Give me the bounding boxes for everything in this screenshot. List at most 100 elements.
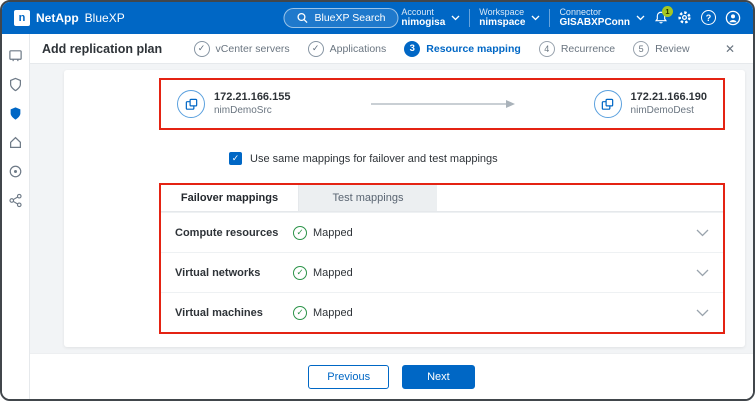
source-text: 172.21.166.155 nimDemoSrc (214, 91, 290, 117)
annotation-box-mappings: Failover mappings Test mappings Compute … (159, 183, 725, 334)
step-label: Applications (330, 43, 387, 55)
sidebar-item-canvas[interactable] (7, 46, 25, 64)
left-sidebar (2, 34, 30, 399)
row-label: Virtual networks (175, 267, 293, 279)
help-button[interactable]: ? (701, 10, 716, 25)
destination-vcenter: 172.21.166.190 nimDemoDest (594, 90, 707, 118)
connector-menu[interactable]: Connector GISABXPConn (559, 7, 645, 30)
top-right-controls: Account nimogisa Workspace nimspace Conn… (401, 7, 741, 30)
tab-failover-mappings[interactable]: Failover mappings (161, 185, 299, 211)
chevron-down-icon[interactable] (696, 269, 709, 277)
divider (549, 9, 550, 27)
chevron-down-icon[interactable] (696, 309, 709, 317)
row-status: ✓ Mapped (293, 226, 353, 240)
sidebar-item-protection[interactable] (7, 104, 25, 122)
home-icon (8, 135, 23, 150)
step-number: 4 (539, 41, 555, 57)
sidebar-item-governance[interactable] (7, 162, 25, 180)
connector-text: Connector GISABXPConn (559, 7, 630, 30)
brand-name: NetApp (36, 11, 79, 25)
accordion-virtual-machines[interactable]: Virtual machines ✓ Mapped (161, 292, 723, 332)
account-menu[interactable]: Account nimogisa (401, 7, 460, 30)
chevron-down-icon (636, 15, 645, 21)
chevron-down-icon (531, 15, 540, 21)
main-content: 172.21.166.155 nimDemoSrc (30, 64, 753, 399)
step-vcenter-servers[interactable]: ✓ vCenter servers (194, 41, 290, 57)
status-text: Mapped (313, 307, 353, 319)
wizard-header: Add replication plan ✓ vCenter servers ✓… (30, 34, 753, 64)
mapped-check-icon: ✓ (293, 226, 307, 240)
checkbox-label: Use same mappings for failover and test … (250, 153, 498, 165)
step-number: 5 (633, 41, 649, 57)
top-header: n NetApp BlueXP BlueXP Search Account ni… (2, 2, 753, 34)
card-area: 172.21.166.155 nimDemoSrc (30, 64, 753, 353)
user-menu-button[interactable] (725, 10, 741, 26)
sidebar-item-health[interactable] (7, 75, 25, 93)
tab-strip: Failover mappings Test mappings (161, 185, 437, 211)
step-label: Resource mapping (426, 43, 521, 55)
bluexp-window: n NetApp BlueXP BlueXP Search Account ni… (0, 0, 755, 401)
wizard-stepper: ✓ vCenter servers ✓ Applications 3 Resou… (162, 41, 721, 57)
connector-label: Connector (559, 7, 630, 18)
avatar-icon (725, 10, 741, 26)
account-value: nimogisa (401, 17, 445, 29)
tab-test-mappings[interactable]: Test mappings (299, 185, 437, 211)
destination-text: 172.21.166.190 nimDemoDest (631, 91, 707, 117)
previous-button[interactable]: Previous (308, 365, 389, 389)
step-review[interactable]: 5 Review (633, 41, 689, 57)
replication-arrow-icon (290, 99, 593, 109)
row-status: ✓ Mapped (293, 306, 353, 320)
source-vcenter: 172.21.166.155 nimDemoSrc (177, 90, 290, 118)
destination-name: nimDemoDest (631, 105, 707, 118)
page-title: Add replication plan (42, 42, 162, 56)
notification-badge: 1 (662, 6, 673, 17)
settings-button[interactable] (677, 10, 692, 25)
canvas-icon (8, 48, 23, 63)
wizard-footer: Previous Next (30, 353, 753, 399)
step-recurrence[interactable]: 4 Recurrence (539, 41, 615, 57)
step-label: Review (655, 43, 689, 55)
account-label: Account (401, 7, 445, 18)
target-icon (8, 164, 23, 179)
step-number: 3 (404, 41, 420, 57)
step-check-icon: ✓ (194, 41, 210, 57)
chevron-down-icon (451, 15, 460, 21)
step-label: vCenter servers (216, 43, 290, 55)
help-icon: ? (701, 10, 716, 25)
mappings-tabs: Failover mappings Test mappings (161, 185, 723, 212)
accordion-virtual-networks[interactable]: Virtual networks ✓ Mapped (161, 252, 723, 292)
status-text: Mapped (313, 227, 353, 239)
step-label: Recurrence (561, 43, 615, 55)
checkbox-checked-icon[interactable]: ✓ (229, 152, 242, 165)
source-ip: 172.21.166.155 (214, 91, 290, 105)
shield-outline-icon (8, 77, 23, 92)
destination-ip: 172.21.166.190 (631, 91, 707, 105)
workspace-label: Workspace (479, 7, 525, 18)
brand: n NetApp BlueXP (14, 10, 125, 26)
shield-filled-icon (8, 106, 23, 121)
notifications-button[interactable]: 1 (654, 10, 668, 25)
close-icon[interactable]: ✕ (721, 40, 739, 58)
annotation-box-source-destination: 172.21.166.155 nimDemoSrc (159, 78, 725, 130)
step-resource-mapping[interactable]: 3 Resource mapping (404, 41, 521, 57)
status-text: Mapped (313, 267, 353, 279)
next-button[interactable]: Next (402, 365, 475, 389)
vcenter-host-icon (594, 90, 622, 118)
row-status: ✓ Mapped (293, 266, 353, 280)
row-label: Virtual machines (175, 307, 293, 319)
workspace-menu[interactable]: Workspace nimspace (479, 7, 540, 30)
bluexp-search-button[interactable]: BlueXP Search (283, 8, 398, 28)
chevron-down-icon[interactable] (696, 229, 709, 237)
divider (469, 9, 470, 27)
step-applications[interactable]: ✓ Applications (308, 41, 387, 57)
same-mappings-checkbox-row[interactable]: ✓ Use same mappings for failover and tes… (229, 152, 745, 165)
accordion-compute-resources[interactable]: Compute resources ✓ Mapped (161, 212, 723, 252)
account-text: Account nimogisa (401, 7, 445, 30)
sidebar-item-storage[interactable] (7, 133, 25, 151)
search-icon (296, 12, 308, 24)
mapped-check-icon: ✓ (293, 306, 307, 320)
step-check-icon: ✓ (308, 41, 324, 57)
source-name: nimDemoSrc (214, 105, 290, 118)
netapp-logo-icon: n (14, 10, 30, 26)
sidebar-item-mobility[interactable] (7, 191, 25, 209)
